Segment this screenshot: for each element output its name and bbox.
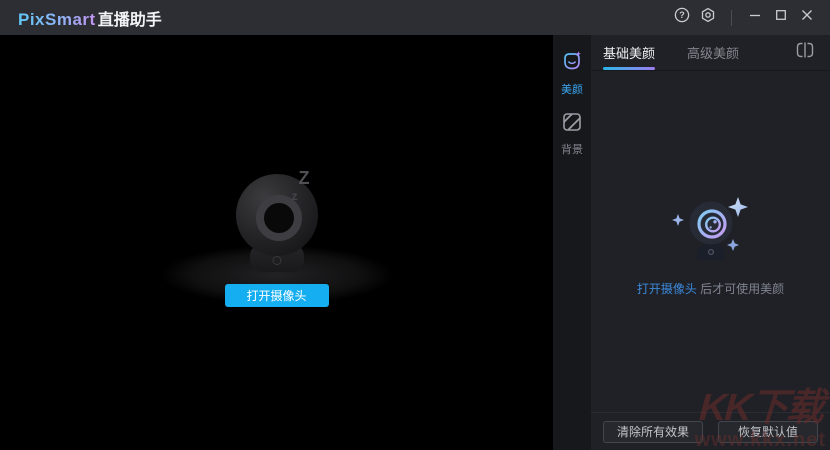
tab-advanced-beauty[interactable]: 高级美颜 <box>687 35 739 71</box>
app-logo: PixSmart 直播助手 <box>18 6 162 30</box>
rail-item-background[interactable]: 背景 <box>553 105 591 165</box>
empty-state-hint: 打开摄像头 后才可使用美颜 <box>637 280 784 297</box>
restore-defaults-button[interactable]: 恢复默认值 <box>718 421 818 443</box>
beauty-panel: 基础美颜 高级美颜 <box>591 35 830 450</box>
beauty-empty-state: 打开摄像头 后才可使用美颜 <box>591 193 830 297</box>
open-camera-link[interactable]: 打开摄像头 <box>637 282 697 296</box>
rail-label-background: 背景 <box>561 141 583 157</box>
maximize-icon <box>774 8 788 27</box>
rail-label-beauty: 美颜 <box>561 81 583 97</box>
brand-suffix: 直播助手 <box>98 6 162 30</box>
open-camera-button[interactable]: 打开摄像头 <box>225 284 329 307</box>
svg-text:?: ? <box>679 10 685 20</box>
maximize-button[interactable] <box>768 5 794 31</box>
titlebar: PixSmart 直播助手 ? <box>0 0 830 35</box>
minimize-button[interactable] <box>742 5 768 31</box>
help-button[interactable]: ? <box>669 5 695 31</box>
sleep-z-small: z <box>292 189 298 203</box>
webcam-sparkles-icon <box>665 193 757 270</box>
panel-footer: 清除所有效果 恢复默认值 <box>591 412 830 450</box>
help-icon: ? <box>674 7 690 28</box>
background-icon <box>561 111 583 138</box>
clear-all-effects-button[interactable]: 清除所有效果 <box>603 421 703 443</box>
camera-preview-stage: Z z 打开摄像头 <box>0 35 553 450</box>
app-window: PixSmart 直播助手 ? <box>0 0 830 450</box>
split-compare-icon <box>796 42 814 63</box>
close-icon <box>800 8 814 27</box>
beauty-face-icon <box>560 49 584 78</box>
gear-icon <box>700 7 716 28</box>
brand-name: PixSmart <box>18 10 96 30</box>
rail-item-beauty[interactable]: 美颜 <box>553 43 591 105</box>
settings-button[interactable] <box>695 5 721 31</box>
hint-text: 后才可使用美颜 <box>697 282 784 296</box>
sleep-z-large: Z <box>299 168 310 189</box>
split-compare-button[interactable] <box>794 42 816 64</box>
close-button[interactable] <box>794 5 820 31</box>
beauty-tabs: 基础美颜 高级美颜 <box>591 35 830 71</box>
window-controls: ? <box>669 5 820 31</box>
controls-divider <box>731 10 732 26</box>
minimize-icon <box>748 8 762 27</box>
feature-rail: 美颜 背景 <box>553 35 591 450</box>
tab-basic-beauty[interactable]: 基础美颜 <box>603 35 655 71</box>
